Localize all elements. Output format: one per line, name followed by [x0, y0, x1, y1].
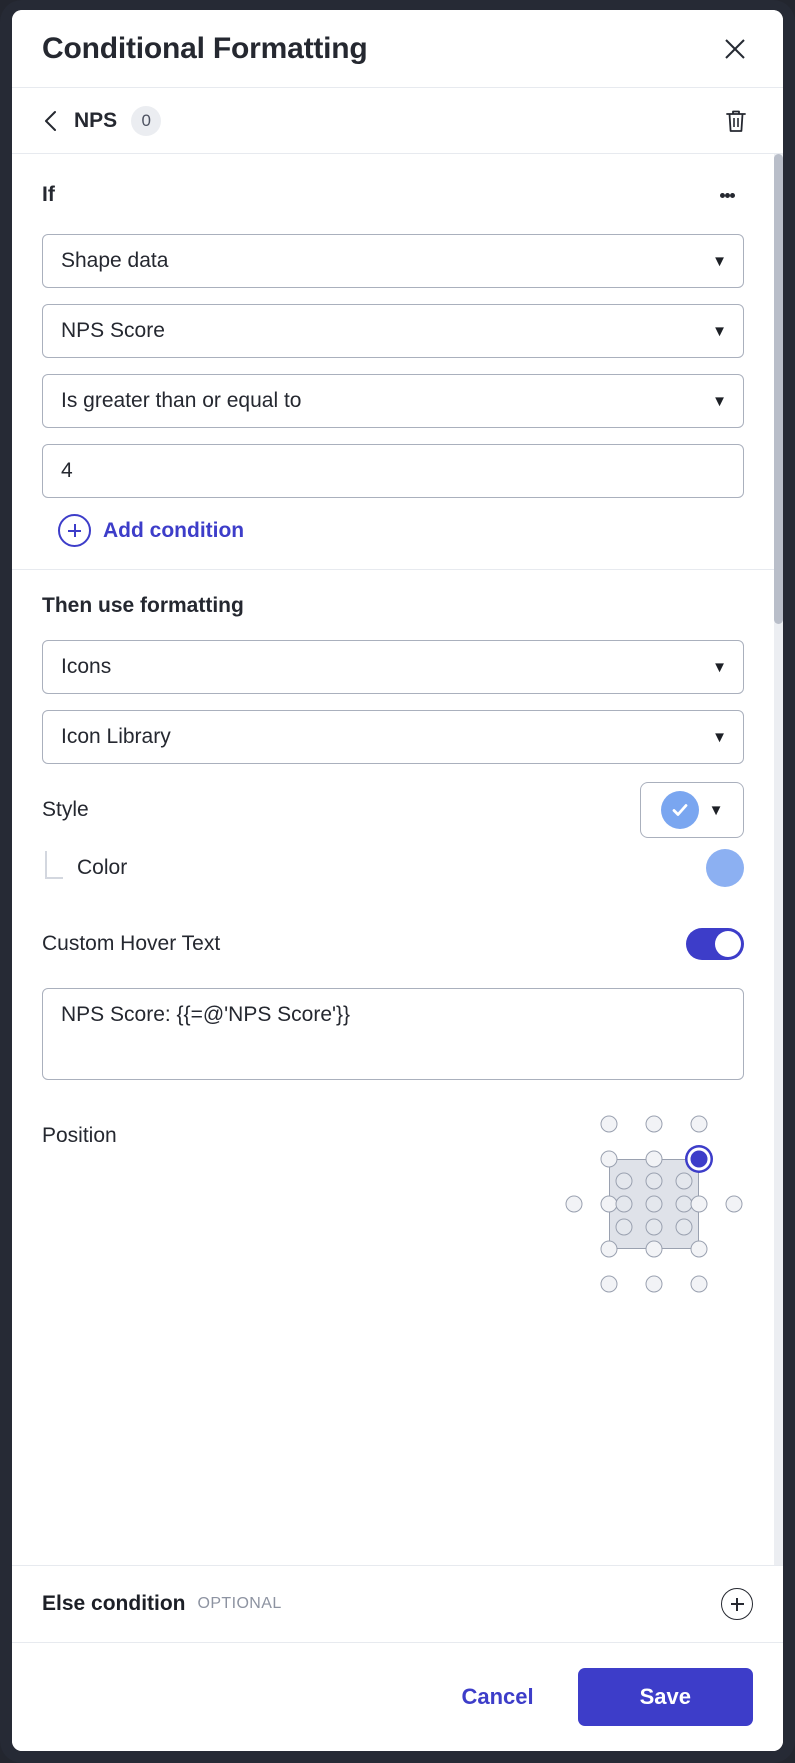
position-row: Position: [42, 1114, 744, 1294]
chevron-down-icon: ▼: [712, 322, 727, 340]
icon-set-select[interactable]: Icon Library ▼: [42, 710, 744, 764]
chevron-down-icon: ▼: [712, 392, 727, 410]
hover-text-input[interactable]: NPS Score: {{=@'NPS Score'}}: [42, 988, 744, 1080]
position-dot[interactable]: [690, 1275, 708, 1293]
position-dot[interactable]: [565, 1195, 583, 1213]
position-dot[interactable]: [600, 1240, 618, 1258]
add-condition-button[interactable]: Add condition: [58, 514, 244, 547]
position-dot-selected[interactable]: [687, 1147, 711, 1171]
conditional-formatting-dialog: Conditional Formatting NPS 0 If Shape da…: [12, 10, 783, 1751]
position-label: Position: [42, 1124, 117, 1147]
format-type-value: Icons: [61, 655, 112, 678]
position-dot[interactable]: [675, 1172, 693, 1190]
color-label: Color: [77, 856, 128, 879]
then-section-header: Then use formatting: [42, 594, 744, 618]
add-condition-label: Add condition: [103, 518, 245, 542]
position-dot[interactable]: [645, 1115, 663, 1133]
kebab-menu-icon[interactable]: [710, 178, 744, 212]
position-dot[interactable]: [645, 1195, 663, 1213]
position-dot[interactable]: [615, 1172, 633, 1190]
style-row: Style ▼: [42, 782, 744, 838]
position-dot[interactable]: [690, 1195, 708, 1213]
kebab-dot: [719, 192, 725, 198]
if-section-title: If: [42, 183, 55, 206]
source-type-value: Shape data: [61, 249, 169, 272]
position-dot[interactable]: [645, 1150, 663, 1168]
position-dot[interactable]: [615, 1218, 633, 1236]
style-label: Style: [42, 798, 89, 821]
position-dot[interactable]: [645, 1240, 663, 1258]
format-type-select[interactable]: Icons ▼: [42, 640, 744, 694]
color-swatch[interactable]: [706, 849, 744, 887]
trash-icon[interactable]: [717, 102, 755, 140]
position-dot[interactable]: [725, 1195, 743, 1213]
chevron-down-icon: ▼: [712, 658, 727, 676]
if-section-header: If: [42, 178, 744, 212]
plus-circle-icon: [58, 514, 91, 547]
chevron-down-icon: ▼: [708, 801, 724, 819]
plus-circle-icon[interactable]: [721, 1588, 753, 1620]
indent-connector: [45, 851, 63, 879]
scrollbar-track[interactable]: [774, 154, 783, 1565]
source-type-select[interactable]: Shape data ▼: [42, 234, 744, 288]
kebab-dot: [729, 192, 735, 198]
position-dot[interactable]: [645, 1172, 663, 1190]
else-condition-title: Else condition: [42, 1592, 186, 1615]
position-dot[interactable]: [615, 1195, 633, 1213]
window-frame: Conditional Formatting NPS 0 If Shape da…: [0, 0, 795, 1763]
dialog-title: Conditional Formatting: [42, 31, 368, 65]
data-field-value: NPS Score: [61, 319, 165, 342]
else-condition-row: Else condition OPTIONAL: [12, 1565, 783, 1643]
condition-value-text: 4: [61, 459, 73, 482]
condition-value-input[interactable]: 4: [42, 444, 744, 498]
breadcrumb: NPS 0: [12, 88, 783, 154]
position-dot[interactable]: [645, 1275, 663, 1293]
dialog-titlebar: Conditional Formatting: [12, 10, 783, 88]
dialog-scroll-area: If Shape data ▼ NPS Score ▼ Is greater t…: [12, 154, 783, 1565]
hover-text-value: NPS Score: {{=@'NPS Score'}}: [61, 1003, 351, 1026]
check-circle-icon: [660, 791, 699, 829]
color-row: Color: [42, 838, 744, 898]
operator-value: Is greater than or equal to: [61, 389, 302, 412]
close-icon[interactable]: [715, 29, 755, 69]
hover-text-toggle[interactable]: [686, 928, 744, 960]
if-section: If Shape data ▼ NPS Score ▼ Is greater t…: [12, 154, 774, 570]
hover-text-label: Custom Hover Text: [42, 932, 221, 955]
position-dot[interactable]: [600, 1150, 618, 1168]
save-button[interactable]: Save: [577, 1668, 753, 1726]
dialog-content: If Shape data ▼ NPS Score ▼ Is greater t…: [12, 154, 774, 1565]
chevron-down-icon: ▼: [712, 252, 727, 270]
position-dot[interactable]: [600, 1115, 618, 1133]
hover-text-row: Custom Hover Text: [42, 916, 744, 972]
position-dot[interactable]: [675, 1218, 693, 1236]
else-optional-label: OPTIONAL: [197, 1595, 282, 1612]
scrollbar-thumb[interactable]: [774, 154, 783, 624]
cancel-button[interactable]: Cancel: [445, 1672, 549, 1722]
position-dot[interactable]: [600, 1275, 618, 1293]
icon-set-value: Icon Library: [61, 725, 171, 748]
then-section-title: Then use formatting: [42, 594, 244, 617]
chevron-down-icon: ▼: [712, 728, 727, 746]
chevron-left-icon[interactable]: [34, 104, 68, 138]
kebab-dot: [724, 192, 730, 198]
position-dot[interactable]: [645, 1218, 663, 1236]
data-field-select[interactable]: NPS Score ▼: [42, 304, 744, 358]
style-select[interactable]: ▼: [640, 782, 744, 838]
operator-select[interactable]: Is greater than or equal to ▼: [42, 374, 744, 428]
dialog-footer: Cancel Save: [12, 1643, 783, 1751]
toggle-knob: [715, 931, 741, 957]
breadcrumb-count-badge: 0: [131, 105, 162, 136]
breadcrumb-rule-name: NPS: [74, 108, 118, 132]
then-section: Then use formatting Icons ▼ Icon Library…: [12, 570, 774, 1316]
position-grid[interactable]: [564, 1114, 744, 1294]
position-dot[interactable]: [690, 1240, 708, 1258]
position-dot[interactable]: [690, 1115, 708, 1133]
